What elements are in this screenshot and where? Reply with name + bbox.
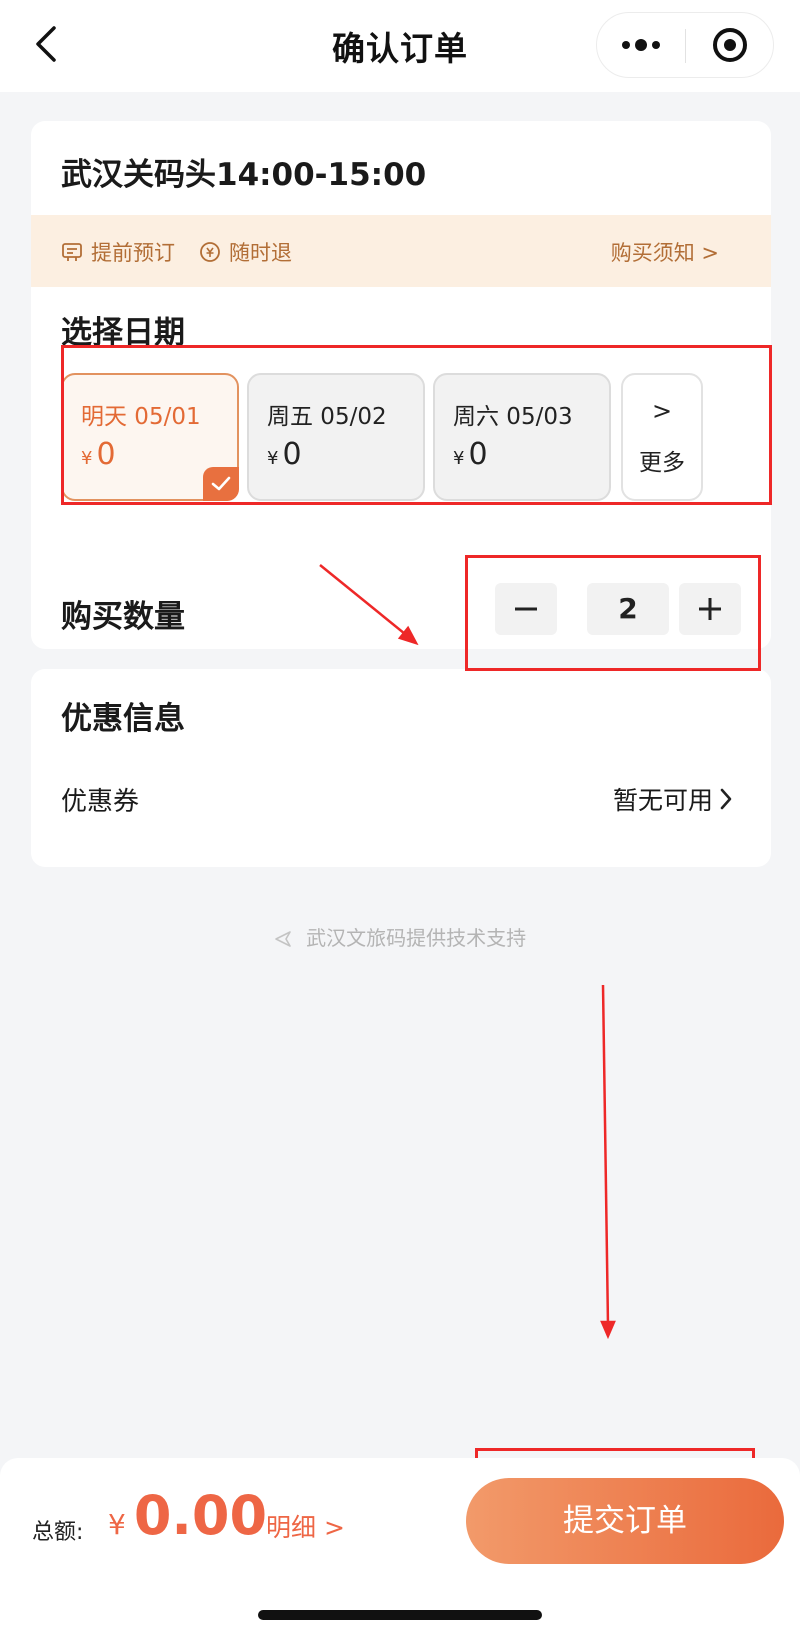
price-detail-link[interactable]: 明细 >: [266, 1508, 345, 1544]
bottom-checkout-bar: 总额: ¥0.00 明细 > 提交订单: [0, 1458, 800, 1634]
total-label: 总额:: [32, 1520, 84, 1545]
total-amount: ¥0.00: [108, 1484, 267, 1547]
total-value: 0.00: [133, 1484, 268, 1547]
home-indicator: [258, 1610, 542, 1620]
submit-order-button[interactable]: 提交订单: [466, 1478, 784, 1564]
currency-symbol: ¥: [108, 1508, 126, 1541]
annotation-arrows: [319, 564, 616, 1340]
